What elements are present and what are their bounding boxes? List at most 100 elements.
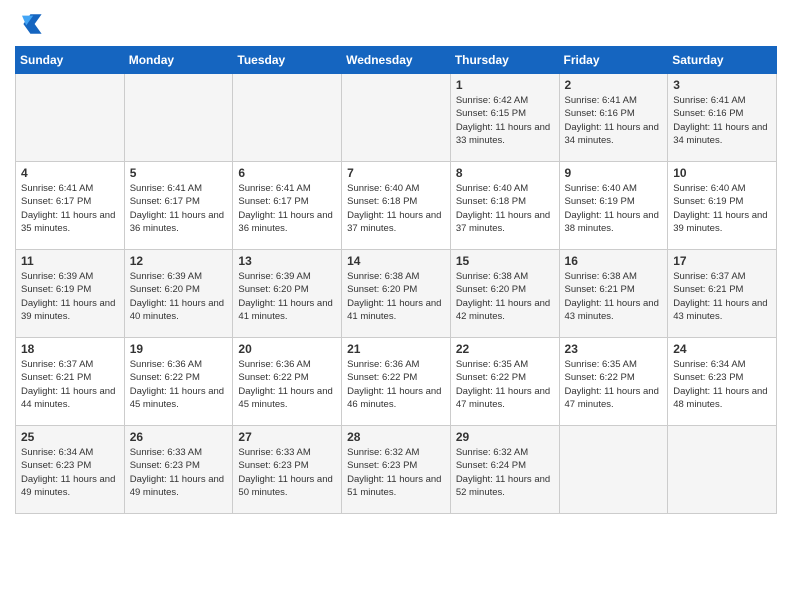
header-wednesday: Wednesday <box>342 47 451 74</box>
cell-info: Sunrise: 6:40 AMSunset: 6:19 PMDaylight:… <box>565 182 663 235</box>
cell-info: Sunrise: 6:39 AMSunset: 6:20 PMDaylight:… <box>238 270 336 323</box>
day-number: 26 <box>130 430 228 444</box>
day-number: 16 <box>565 254 663 268</box>
cell-info: Sunrise: 6:36 AMSunset: 6:22 PMDaylight:… <box>130 358 228 411</box>
calendar-cell: 16 Sunrise: 6:38 AMSunset: 6:21 PMDayligh… <box>559 250 668 338</box>
calendar-cell: 27 Sunrise: 6:33 AMSunset: 6:23 PMDayligh… <box>233 426 342 514</box>
calendar-cell: 5Sunrise: 6:41 AMSunset: 6:17 PMDaylight… <box>124 162 233 250</box>
day-number: 9 <box>565 166 663 180</box>
cell-info: Sunrise: 6:34 AMSunset: 6:23 PMDaylight:… <box>21 446 119 499</box>
cell-info: Sunrise: 6:42 AMSunset: 6:15 PMDaylight:… <box>456 94 554 147</box>
cell-info: Sunrise: 6:37 AMSunset: 6:21 PMDaylight:… <box>673 270 771 323</box>
calendar-cell: 7Sunrise: 6:40 AMSunset: 6:18 PMDaylight… <box>342 162 451 250</box>
cell-info: Sunrise: 6:41 AMSunset: 6:17 PMDaylight:… <box>21 182 119 235</box>
header-monday: Monday <box>124 47 233 74</box>
day-number: 29 <box>456 430 554 444</box>
cell-info: Sunrise: 6:38 AMSunset: 6:20 PMDaylight:… <box>347 270 445 323</box>
day-number: 18 <box>21 342 119 356</box>
day-number: 5 <box>130 166 228 180</box>
day-number: 20 <box>238 342 336 356</box>
day-number: 24 <box>673 342 771 356</box>
calendar-header-row: SundayMondayTuesdayWednesdayThursdayFrid… <box>16 47 777 74</box>
cell-info: Sunrise: 6:33 AMSunset: 6:23 PMDaylight:… <box>238 446 336 499</box>
calendar-cell: 11 Sunrise: 6:39 AMSunset: 6:19 PMDayligh… <box>16 250 125 338</box>
cell-info: Sunrise: 6:35 AMSunset: 6:22 PMDaylight:… <box>456 358 554 411</box>
day-number: 15 <box>456 254 554 268</box>
day-number: 22 <box>456 342 554 356</box>
cell-info: Sunrise: 6:39 AMSunset: 6:19 PMDaylight:… <box>21 270 119 323</box>
calendar-cell: 29Sunrise: 6:32 AMSunset: 6:24 PMDayligh… <box>450 426 559 514</box>
calendar-cell <box>233 74 342 162</box>
cell-info: Sunrise: 6:39 AMSunset: 6:20 PMDaylight:… <box>130 270 228 323</box>
cell-info: Sunrise: 6:36 AMSunset: 6:22 PMDaylight:… <box>238 358 336 411</box>
day-number: 11 <box>21 254 119 268</box>
calendar-cell: 9 Sunrise: 6:40 AMSunset: 6:19 PMDaylight… <box>559 162 668 250</box>
day-number: 21 <box>347 342 445 356</box>
calendar-cell <box>559 426 668 514</box>
calendar-cell: 14 Sunrise: 6:38 AMSunset: 6:20 PMDayligh… <box>342 250 451 338</box>
calendar-cell: 6 Sunrise: 6:41 AMSunset: 6:17 PMDaylight… <box>233 162 342 250</box>
cell-info: Sunrise: 6:35 AMSunset: 6:22 PMDaylight:… <box>565 358 663 411</box>
day-number: 19 <box>130 342 228 356</box>
calendar-cell: 20 Sunrise: 6:36 AMSunset: 6:22 PMDayligh… <box>233 338 342 426</box>
day-number: 7 <box>347 166 445 180</box>
header-friday: Friday <box>559 47 668 74</box>
calendar-cell: 8 Sunrise: 6:40 AMSunset: 6:18 PMDaylight… <box>450 162 559 250</box>
calendar-cell <box>124 74 233 162</box>
week-row-3: 11 Sunrise: 6:39 AMSunset: 6:19 PMDayligh… <box>16 250 777 338</box>
cell-info: Sunrise: 6:34 AMSunset: 6:23 PMDaylight:… <box>673 358 771 411</box>
week-row-2: 4 Sunrise: 6:41 AMSunset: 6:17 PMDaylight… <box>16 162 777 250</box>
cell-info: Sunrise: 6:38 AMSunset: 6:20 PMDaylight:… <box>456 270 554 323</box>
calendar-cell <box>16 74 125 162</box>
cell-info: Sunrise: 6:37 AMSunset: 6:21 PMDaylight:… <box>21 358 119 411</box>
calendar-cell: 23Sunrise: 6:35 AMSunset: 6:22 PMDayligh… <box>559 338 668 426</box>
calendar-cell: 3 Sunrise: 6:41 AMSunset: 6:16 PMDaylight… <box>668 74 777 162</box>
calendar-cell: 10Sunrise: 6:40 AMSunset: 6:19 PMDayligh… <box>668 162 777 250</box>
day-number: 8 <box>456 166 554 180</box>
cell-info: Sunrise: 6:41 AMSunset: 6:16 PMDaylight:… <box>565 94 663 147</box>
calendar-cell <box>668 426 777 514</box>
day-number: 14 <box>347 254 445 268</box>
calendar-cell: 25 Sunrise: 6:34 AMSunset: 6:23 PMDayligh… <box>16 426 125 514</box>
day-number: 2 <box>565 78 663 92</box>
day-number: 27 <box>238 430 336 444</box>
calendar-cell: 21 Sunrise: 6:36 AMSunset: 6:22 PMDayligh… <box>342 338 451 426</box>
calendar-cell: 4 Sunrise: 6:41 AMSunset: 6:17 PMDaylight… <box>16 162 125 250</box>
logo <box>15 10 47 38</box>
calendar-cell: 13 Sunrise: 6:39 AMSunset: 6:20 PMDayligh… <box>233 250 342 338</box>
calendar-cell: 19 Sunrise: 6:36 AMSunset: 6:22 PMDayligh… <box>124 338 233 426</box>
day-number: 10 <box>673 166 771 180</box>
day-number: 25 <box>21 430 119 444</box>
day-number: 3 <box>673 78 771 92</box>
day-number: 6 <box>238 166 336 180</box>
calendar-table: SundayMondayTuesdayWednesdayThursdayFrid… <box>15 46 777 514</box>
cell-info: Sunrise: 6:41 AMSunset: 6:16 PMDaylight:… <box>673 94 771 147</box>
calendar-cell: 2 Sunrise: 6:41 AMSunset: 6:16 PMDaylight… <box>559 74 668 162</box>
cell-info: Sunrise: 6:36 AMSunset: 6:22 PMDaylight:… <box>347 358 445 411</box>
week-row-4: 18 Sunrise: 6:37 AMSunset: 6:21 PMDayligh… <box>16 338 777 426</box>
logo-icon <box>15 10 43 38</box>
calendar-cell: 26Sunrise: 6:33 AMSunset: 6:23 PMDayligh… <box>124 426 233 514</box>
day-number: 1 <box>456 78 554 92</box>
day-number: 17 <box>673 254 771 268</box>
day-number: 4 <box>21 166 119 180</box>
week-row-5: 25 Sunrise: 6:34 AMSunset: 6:23 PMDayligh… <box>16 426 777 514</box>
page-header <box>15 10 777 38</box>
cell-info: Sunrise: 6:38 AMSunset: 6:21 PMDaylight:… <box>565 270 663 323</box>
calendar-cell: 18 Sunrise: 6:37 AMSunset: 6:21 PMDayligh… <box>16 338 125 426</box>
day-number: 13 <box>238 254 336 268</box>
cell-info: Sunrise: 6:32 AMSunset: 6:23 PMDaylight:… <box>347 446 445 499</box>
day-number: 28 <box>347 430 445 444</box>
calendar-cell <box>342 74 451 162</box>
header-sunday: Sunday <box>16 47 125 74</box>
cell-info: Sunrise: 6:40 AMSunset: 6:18 PMDaylight:… <box>456 182 554 235</box>
header-saturday: Saturday <box>668 47 777 74</box>
cell-info: Sunrise: 6:41 AMSunset: 6:17 PMDaylight:… <box>238 182 336 235</box>
calendar-cell: 17 Sunrise: 6:37 AMSunset: 6:21 PMDayligh… <box>668 250 777 338</box>
calendar-cell: 12 Sunrise: 6:39 AMSunset: 6:20 PMDayligh… <box>124 250 233 338</box>
calendar-cell: 1 Sunrise: 6:42 AMSunset: 6:15 PMDaylight… <box>450 74 559 162</box>
day-number: 12 <box>130 254 228 268</box>
calendar-cell: 15 Sunrise: 6:38 AMSunset: 6:20 PMDayligh… <box>450 250 559 338</box>
calendar-cell: 24 Sunrise: 6:34 AMSunset: 6:23 PMDayligh… <box>668 338 777 426</box>
week-row-1: 1 Sunrise: 6:42 AMSunset: 6:15 PMDaylight… <box>16 74 777 162</box>
